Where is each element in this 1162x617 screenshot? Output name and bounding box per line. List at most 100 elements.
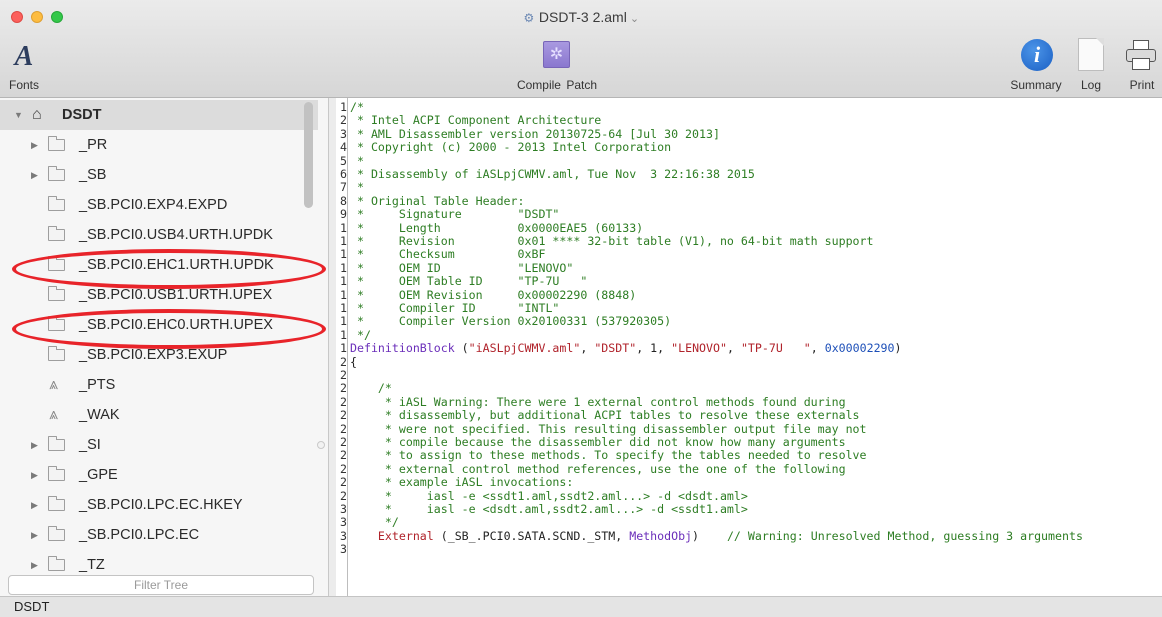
code-line: 5 * [336,154,1162,168]
code-token: * Checksum 0xBF [350,247,546,262]
code-text: * Copyright (c) 2000 - 2013 Intel Corpor… [350,141,671,154]
line-number: 1 [340,341,347,356]
code-line: 1 * OEM Table ID "TP-7U " [336,275,1162,288]
printer-icon[interactable] [1126,40,1156,70]
split-view-handle[interactable] [317,441,325,449]
disclosure-collapsed-icon[interactable]: ▶ [31,130,38,160]
summary-button[interactable]: Summary [1006,78,1066,92]
code-line: 2{ [336,355,1162,369]
code-token: * Revision 0x01 **** 32-bit table (V1), … [350,234,874,248]
disclosure-collapsed-icon[interactable]: ▶ [31,460,38,490]
folder-icon [48,346,65,361]
code-token: * were not specified. This resulting dis… [350,421,867,436]
fonts-button[interactable]: Fonts [4,78,44,92]
tree-item[interactable]: ▶ _SB.PCI0.LPC.EC [0,520,318,550]
filter-tree-input[interactable]: Filter Tree [8,575,314,595]
code-token: DefinitionBlock [350,341,455,356]
code-line: 2 * iASL Warning: There were 1 external … [336,394,1162,409]
line-number: 2 [340,394,347,409]
line-number: 1 [340,100,347,114]
code-text: */ [350,516,399,529]
tree-item[interactable]: ▶ _SB.PCI0.LPC.EC.HKEY [0,490,318,520]
log-icon[interactable] [1078,38,1104,71]
toolbar: ⚙ DSDT-3 2.aml ⌄ A Fonts ✲ Compile Patch i… [0,0,1162,98]
tree-item-label: _PTS [79,377,116,393]
code-text: * [350,181,364,194]
code-text: * [350,154,364,168]
method-icon: ⩓ [49,406,59,423]
tree-item[interactable]: ▶ _SI [0,430,318,460]
tree-root-dsdt[interactable]: ▼ ⌂ DSDT [0,100,318,130]
code-token: (_SB_.PCI0.SATA.SCND._STM, [433,528,630,543]
log-button[interactable]: Log [1073,78,1109,92]
code-token: 0x00002290 [824,341,895,356]
tree-item[interactable]: ▶ _GPE [0,460,318,490]
code-token: * compile because the disassembler did n… [350,435,846,449]
line-number: 3 [340,126,347,141]
folder-icon [48,166,65,181]
code-line: 9 * Signature "DSDT" [336,208,1162,221]
code-token: MethodObj [629,528,693,543]
code-text: * disassembly, but additional ACPI table… [350,409,860,422]
disclosure-collapsed-icon[interactable]: ▶ [31,430,38,460]
code-token: // Warning: Unresolved Method, guessing … [726,528,1083,543]
status-bar: DSDT [0,596,1162,617]
code-line: 1 * OEM Revision 0x00002290 (8848) [336,288,1162,302]
code-token: * Compiler ID "INTL" [350,301,560,315]
code-line: 1 * Length 0x0000EAE5 (60133) [336,221,1162,235]
patch-button[interactable]: Patch [566,78,597,92]
tree-item-label: _WAK [79,407,120,423]
code-line: 2 * to assign to these methods. To speci… [336,449,1162,462]
tree-item[interactable]: ▶ _PR [0,130,318,160]
line-number: 3 [340,528,347,543]
line-number: 3 [340,502,347,516]
info-icon[interactable]: i [1021,39,1053,71]
line-number: 1 [340,247,347,262]
code-text: * to assign to these methods. To specify… [350,449,867,462]
code-editor[interactable]: 1/* 2 * Intel ACPI Component Architecture… [336,98,1162,596]
code-text: * Compiler Version 0x20100331 (537920305… [350,315,671,328]
disclosure-collapsed-icon[interactable]: ▶ [31,160,38,190]
tree-item[interactable]: ⩓ _PTS [0,370,318,400]
compile-button[interactable]: Compile [517,78,561,92]
tree-item-label: _SB [79,167,107,183]
fonts-icon[interactable]: A [12,41,36,73]
tree-item[interactable]: _SB.PCI0.EXP4.EXPD [0,190,318,220]
chevron-down-icon[interactable]: ⌄ [630,13,639,25]
tree-item[interactable]: ⩓ _WAK [0,400,318,430]
folder-icon [48,556,65,571]
line-number: 2 [340,461,347,476]
sidebar-scrollbar[interactable] [304,102,313,208]
tree-item[interactable]: ▶ _SB [0,160,318,190]
code-line: 2 * compile because the disassembler did… [336,436,1162,449]
code-text: * Length 0x0000EAE5 (60133) [350,221,643,235]
window-title: ⚙ DSDT-3 2.aml ⌄ [0,9,1162,25]
code-text: * external control method references, us… [350,461,846,476]
code-token: ) [894,341,902,356]
code-token: * example iASL invocations: [350,475,574,490]
code-token: * Compiler Version 0x20100331 (537920305… [350,314,672,329]
disclosure-collapsed-icon[interactable]: ▶ [31,520,38,550]
code-line: 2 [336,369,1162,382]
code-line: 1/* [336,101,1162,114]
code-token: /* [350,100,364,114]
line-number: 7 [340,180,347,195]
tree-item-label: _SB.PCI0.USB4.URTH.UPDK [79,227,273,243]
annotation-circle [12,249,326,289]
compile-icon[interactable]: ✲ [543,41,570,68]
code-token: * external control method references, us… [350,461,846,476]
code-token: * Signature "DSDT" [350,207,560,222]
code-line: 1 * Checksum 0xBF [336,248,1162,261]
print-button[interactable]: Print [1122,78,1162,92]
line-number: 1 [340,234,347,248]
folder-icon [48,496,65,511]
window-title-text[interactable]: DSDT-3 2.aml [539,9,627,25]
disclosure-expanded-icon[interactable]: ▼ [14,100,23,130]
line-number: 1 [340,260,347,275]
line-number: 1 [340,327,347,342]
tree-item[interactable]: _SB.PCI0.USB4.URTH.UPDK [0,220,318,250]
code-text: { [350,355,357,369]
disclosure-collapsed-icon[interactable]: ▶ [31,490,38,520]
code-line: 2 * iasl -e <ssdt1.aml,ssdt2.aml...> -d … [336,489,1162,503]
line-number: 8 [340,193,347,208]
